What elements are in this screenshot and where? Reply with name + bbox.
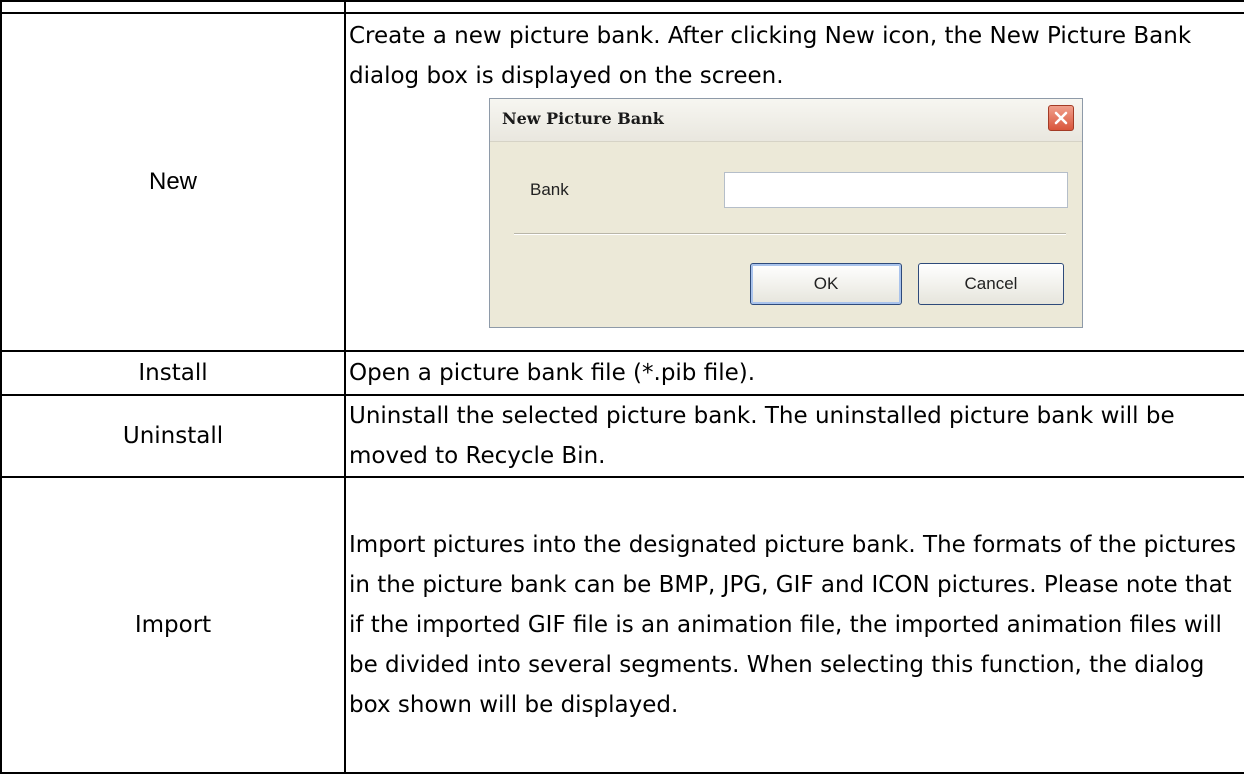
row-label: Install — [0, 349, 346, 397]
row-description: Create a new picture bank. After clickin… — [349, 23, 1192, 90]
row-label: Uninstall — [0, 394, 346, 479]
bank-input[interactable] — [724, 172, 1068, 209]
table-row-install: Install Open a picture bank file (*.pib … — [0, 349, 1244, 397]
row-description-cell: Create a new picture bank. After clickin… — [344, 12, 1244, 352]
close-button[interactable] — [1048, 105, 1074, 132]
function-table: New Create a new picture bank. After cli… — [0, 0, 1244, 774]
table-top-strip — [0, 0, 1244, 15]
ok-button[interactable]: OK — [750, 263, 902, 306]
dialog-titlebar: New Picture Bank — [490, 99, 1082, 143]
row-description: Open a picture bank file (*.pib file). — [344, 349, 1244, 397]
table-row-new: New Create a new picture bank. After cli… — [0, 12, 1244, 352]
top-strip-left — [0, 0, 346, 15]
row-description: Import pictures into the designated pict… — [344, 476, 1244, 774]
dialog-title: New Picture Bank — [502, 109, 664, 129]
dialog-divider — [514, 233, 1066, 236]
new-picture-bank-dialog: New Picture Bank Bank OK Cancel — [489, 98, 1083, 329]
row-label: New — [0, 12, 346, 352]
close-icon — [1054, 111, 1068, 125]
bank-field-label: Bank — [530, 180, 569, 200]
cancel-button[interactable]: Cancel — [918, 263, 1064, 306]
row-description: Uninstall the selected picture bank. The… — [344, 394, 1244, 479]
table-row-uninstall: Uninstall Uninstall the selected picture… — [0, 394, 1244, 479]
top-strip-right — [344, 0, 1244, 15]
table-row-import: Import Import pictures into the designat… — [0, 476, 1244, 774]
row-label: Import — [0, 476, 346, 774]
